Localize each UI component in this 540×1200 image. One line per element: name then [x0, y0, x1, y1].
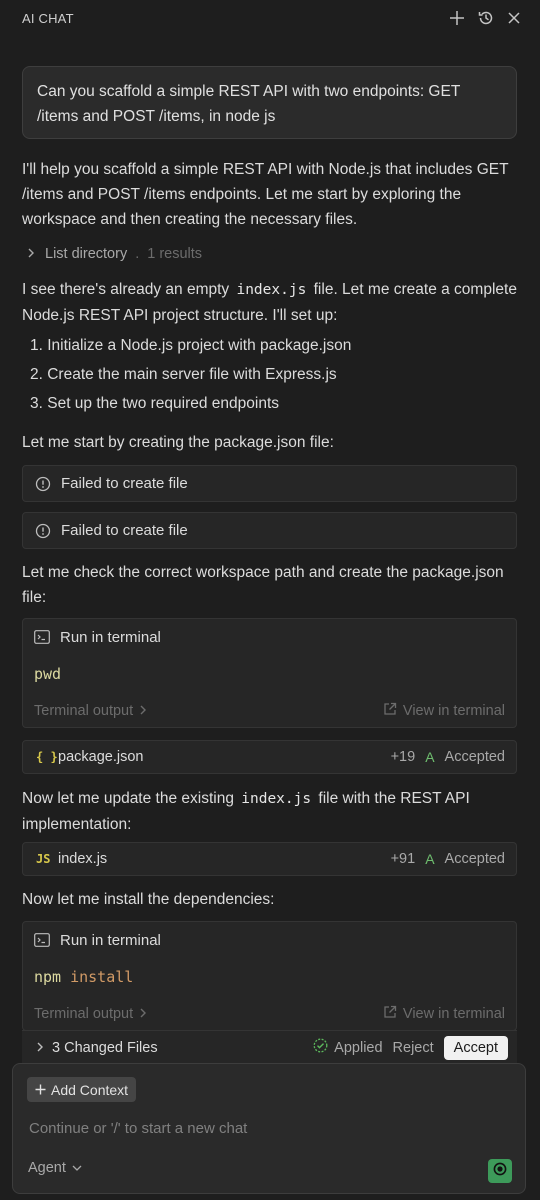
- text-segment: I see there's already an empty: [22, 281, 230, 298]
- terminal-label: Run in terminal: [60, 628, 161, 646]
- chevron-right-icon[interactable]: [36, 1040, 44, 1056]
- assistant-check-path-text: Let me check the correct workspace path …: [22, 564, 504, 606]
- alert-circle-icon: [35, 521, 55, 541]
- diff-count: +19: [390, 749, 416, 765]
- chevron-right-icon: [139, 703, 147, 719]
- file-name: index.js: [58, 851, 108, 867]
- terminal-output-toggle[interactable]: Terminal output: [34, 703, 147, 719]
- chat-composer: Add Context Agent: [12, 1063, 526, 1194]
- plus-icon: [35, 1082, 46, 1098]
- list-directory-tool[interactable]: List directory . 1 results: [27, 244, 202, 264]
- assistant-update-index-text: Now let me update the existing index.js …: [22, 786, 522, 837]
- view-label: View in terminal: [402, 1006, 505, 1022]
- inline-code: index.js: [241, 791, 312, 807]
- changed-files-label[interactable]: 3 Changed Files: [52, 1040, 158, 1056]
- output-label: Terminal output: [34, 1006, 134, 1022]
- chevron-right-icon: [139, 1006, 147, 1022]
- terminal-header[interactable]: Run in terminal: [23, 619, 516, 655]
- javascript-file-icon: JS: [36, 852, 51, 866]
- command-argument: install: [70, 968, 134, 986]
- applied-status: Applied: [313, 1038, 383, 1057]
- terminal-header[interactable]: Run in terminal: [23, 922, 516, 958]
- list-item: 2. Create the main server file with Expr…: [30, 366, 337, 383]
- output-label: Terminal output: [34, 703, 134, 719]
- file-change-row[interactable]: { } package.json +19 A Accepted: [22, 740, 517, 774]
- view-label: View in terminal: [402, 703, 505, 719]
- list-item: 3. Set up the two required endpoints: [30, 395, 280, 412]
- chevron-down-icon: [72, 1160, 82, 1176]
- assistant-intro: I'll help you scaffold a simple REST API…: [22, 161, 509, 228]
- fail-label: Failed to create file: [61, 522, 188, 539]
- chat-header: AI CHAT: [0, 0, 540, 36]
- command-text: npm: [34, 968, 62, 986]
- history-icon[interactable]: [476, 8, 496, 28]
- text-segment: Now let me update the existing: [22, 790, 234, 807]
- terminal-output-toggle[interactable]: Terminal output: [34, 1006, 147, 1022]
- terminal-card: Run in terminal npm install Terminal out…: [22, 921, 517, 1031]
- chat-input[interactable]: [29, 1116, 489, 1140]
- inline-code: index.js: [236, 282, 307, 298]
- file-name: package.json: [58, 749, 144, 765]
- failed-create-file-card[interactable]: Failed to create file: [22, 465, 517, 502]
- tool-label: List directory: [45, 246, 128, 262]
- setup-steps-list: 1. Initialize a Node.js project with pac…: [22, 331, 512, 418]
- file-change-row[interactable]: JS index.js +91 A Accepted: [22, 842, 517, 876]
- terminal-command: npm install: [23, 958, 516, 996]
- mode-label: Agent: [28, 1160, 66, 1176]
- stop-generation-button[interactable]: [488, 1159, 512, 1183]
- command-text: pwd: [34, 665, 62, 683]
- assistant-start-package-text: Let me start by creating the package.jso…: [22, 434, 334, 451]
- list-item: 1. Initialize a Node.js project with pac…: [30, 337, 352, 354]
- alert-circle-icon: [35, 474, 55, 494]
- accepted-status: Accepted: [444, 749, 505, 765]
- chevron-right-icon: [27, 246, 41, 262]
- add-context-label: Add Context: [51, 1081, 129, 1098]
- add-context-button[interactable]: Add Context: [27, 1077, 137, 1102]
- external-link-icon: [383, 1005, 397, 1023]
- json-file-icon: { }: [36, 750, 58, 764]
- changed-files-bar: 3 Changed Files Applied Reject Accept: [22, 1030, 517, 1064]
- plus-icon[interactable]: [447, 8, 467, 28]
- stop-icon: [493, 1162, 507, 1180]
- diff-count: +91: [390, 851, 416, 867]
- agent-mode-selector[interactable]: Agent: [28, 1160, 82, 1176]
- assistant-install-text: Now let me install the dependencies:: [22, 891, 275, 908]
- applied-label: Applied: [334, 1039, 383, 1056]
- terminal-card: Run in terminal pwd Terminal output View…: [22, 618, 517, 728]
- fail-label: Failed to create file: [61, 475, 188, 492]
- tool-separator: .: [135, 246, 140, 262]
- close-icon[interactable]: [504, 8, 524, 28]
- assistant-existing-file-text: I see there's already an empty index.js …: [22, 277, 522, 328]
- terminal-footer: Terminal output View in terminal: [23, 693, 516, 729]
- view-in-terminal-link[interactable]: View in terminal: [383, 1005, 505, 1023]
- added-badge: A: [425, 851, 435, 867]
- view-in-terminal-link[interactable]: View in terminal: [383, 702, 505, 720]
- terminal-footer: Terminal output View in terminal: [23, 996, 516, 1032]
- terminal-command: pwd: [23, 655, 516, 693]
- reject-button[interactable]: Reject: [393, 1040, 434, 1056]
- failed-create-file-card[interactable]: Failed to create file: [22, 512, 517, 549]
- tool-result-count: 1 results: [147, 246, 203, 262]
- terminal-icon: [34, 933, 52, 947]
- external-link-icon: [383, 702, 397, 720]
- check-circle-icon: [313, 1038, 328, 1057]
- accept-button[interactable]: Accept: [443, 1035, 508, 1060]
- terminal-icon: [34, 630, 52, 644]
- panel-title: AI CHAT: [22, 11, 74, 26]
- terminal-label: Run in terminal: [60, 931, 161, 949]
- user-message: Can you scaffold a simple REST API with …: [22, 66, 517, 139]
- accepted-status: Accepted: [444, 851, 505, 867]
- added-badge: A: [425, 749, 435, 765]
